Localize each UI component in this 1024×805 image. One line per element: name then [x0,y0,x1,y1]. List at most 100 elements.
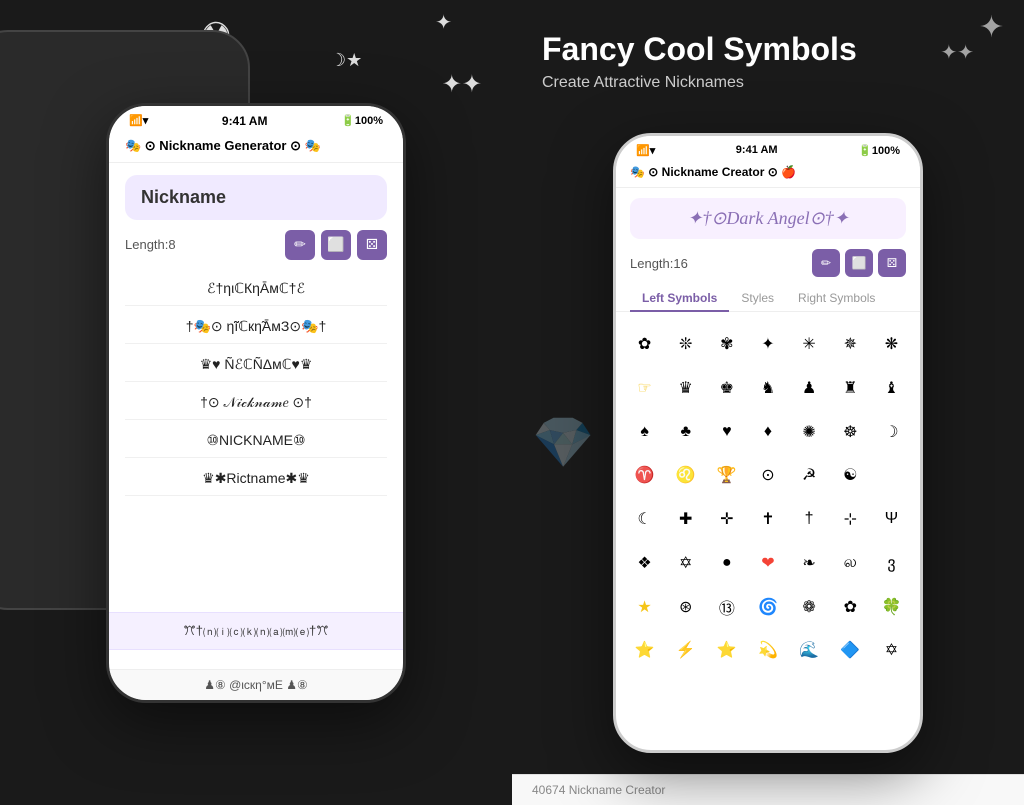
symbol-cell[interactable]: ⑬ [708,589,745,625]
symbol-cell[interactable]: ❋ [873,326,910,362]
symbol-cell[interactable]: ⊛ [667,589,704,625]
symbol-cell[interactable]: ❧ [791,545,828,581]
symbol-cell[interactable]: ✛ [708,501,745,537]
symbol-cell[interactable]: ✿ [832,589,869,625]
phone-content-left: Nickname Length:8 ✏ ⬜ ⚄ [109,163,403,508]
symbol-cell[interactable]: ✺ [791,414,828,450]
app-info-bar: 40674 Nickname Creator [512,774,1024,805]
symbol-cell[interactable]: ✦ [749,326,786,362]
deco-right-2: ✦✦ [940,40,974,65]
highlighted-nickname[interactable]: ꔫ†⒩⒤⒞⒦⒩⒜⒨⒠†ꔫ [109,612,403,650]
symbol-cell[interactable]: ❁ [791,589,828,625]
header-text-right: 🎭 ⊙ Nickname Creator ⊙ 🍎 [630,165,796,179]
symbol-cell[interactable]: ♛ [667,370,704,406]
symbol-cell[interactable]: 🔷 [832,632,869,668]
symbol-cell[interactable]: 🌀 [749,589,786,625]
gem-decoration: 💎 [532,414,594,473]
tab-right-symbols[interactable]: Right Symbols [786,285,887,311]
symbol-cell[interactable]: ♚ [708,370,745,406]
symbol-cell[interactable]: ✡ [667,545,704,581]
symbol-cell[interactable]: ♌ [667,457,704,493]
signal-left: 📶▾ [129,114,148,127]
edit-btn-right[interactable]: ✏ [812,249,840,277]
list-item[interactable]: †🎭⊙ η̃ĩℂкη̃ᾹмЗ⊙🎭† [125,310,387,344]
symbol-cell[interactable]: ⭐ [708,632,745,668]
symbol-cell[interactable]: ❊ [667,326,704,362]
dice-btn-right[interactable]: ⚄ [878,249,906,277]
dice-btn-left[interactable]: ⚄ [357,230,387,260]
symbol-cell[interactable]: ☯ [832,457,869,493]
symbol-cell[interactable]: ⊙ [749,457,786,493]
nickname-display-right[interactable]: ✦†⊙Dark Angel⊙†✦ [630,198,906,239]
list-item[interactable]: ⑩NICKNAME⑩ [125,424,387,458]
symbol-cell[interactable]: ♈ [626,457,663,493]
symbol-cell[interactable]: ❤ [749,545,786,581]
edit-btn-left[interactable]: ✏ [285,230,315,260]
symbol-cell[interactable]: Ψ [873,501,910,537]
symbol-cell[interactable]: 🌊 [791,632,828,668]
bottom-text-left: ♟⑧ @ιcкη°мE ♟⑧ [204,678,308,692]
nickname-input-display[interactable]: Nickname [125,175,387,220]
symbols-grid: ✿ ❊ ✾ ✦ ✳ ✵ ❋ ☞ ♛ ♚ ♞ ♟ ♜ ♝ ♠ [616,322,920,676]
symbol-cell[interactable]: † [791,501,828,537]
symbol-cell[interactable]: ✿ [626,326,663,362]
list-item[interactable]: ℰ†ηιℂКηᾹмℂ†ℰ [125,272,387,306]
app-number-text: 40674 Nickname Creator [532,783,665,797]
left-panel: 🎭 ☢ ☽★ ✦ ✦✦ 📶▾ 9:41 AM 🔋100% 🎭 ⊙ Nicknam… [0,0,512,805]
symbol-cell[interactable]: ல [832,545,869,581]
deco-crescent-icon: ☽★ [330,50,362,71]
symbol-cell[interactable]: ☞ [626,370,663,406]
symbol-cell[interactable]: ♜ [832,370,869,406]
symbol-cell[interactable]: 💫 [749,632,786,668]
tab-styles[interactable]: Styles [729,285,786,311]
symbol-cell[interactable]: ★ [626,589,663,625]
time-left: 9:41 AM [222,114,268,128]
symbol-cell[interactable]: ✡ [873,632,910,668]
nickname-value: Nickname [141,187,226,207]
header-text-left: 🎭 ⊙ Nickname Generator ⊙ 🎭 [125,138,321,154]
status-bar-left: 📶▾ 9:41 AM 🔋100% [109,106,403,132]
symbol-cell[interactable]: ✳ [791,326,828,362]
symbol-cell[interactable]: ♠ [626,414,663,450]
symbol-cell[interactable]: ☭ [791,457,828,493]
list-item[interactable]: ♛♥ ÑℰℂÑΔмℂ♥♛ [125,348,387,382]
symbol-cell[interactable]: ☽ [873,414,910,450]
length-row-right: Length:16 ✏ ⬜ ⚄ [616,249,920,277]
symbol-cell[interactable] [873,457,910,493]
length-label-left: Length:8 [125,237,176,252]
symbol-cell[interactable]: 🍀 [873,589,910,625]
copy-btn-right[interactable]: ⬜ [845,249,873,277]
symbol-cell[interactable]: ⚡ [667,632,704,668]
symbol-cell[interactable]: ♣ [667,414,704,450]
right-header: ✦ ✦✦ Fancy Cool Symbols Create Attractiv… [512,0,1024,112]
symbol-cell[interactable]: ⭐ [626,632,663,668]
length-label-right: Length:16 [630,256,688,271]
symbol-tabs: Left Symbols Styles Right Symbols [616,285,920,312]
symbol-cell[interactable]: ვ [873,545,910,581]
phone-right-mockup: 📶▾ 9:41 AM 🔋100% 🎭 ⊙ Nickname Creator ⊙ … [613,133,923,753]
symbol-cell[interactable]: ● [708,545,745,581]
symbol-cell[interactable]: ♞ [749,370,786,406]
symbol-cell[interactable]: ✾ [708,326,745,362]
symbol-cell[interactable]: ☾ [626,501,663,537]
symbol-cell[interactable]: ⊹ [832,501,869,537]
symbol-cell[interactable]: ❖ [626,545,663,581]
symbol-cell[interactable]: ♦ [749,414,786,450]
tool-buttons-right: ✏ ⬜ ⚄ [812,249,906,277]
symbol-cell[interactable]: ✚ [667,501,704,537]
list-item[interactable]: †⊙ 𝒩𝒾𝒸𝓀𝓃𝒶𝓂𝑒 ⊙† [125,386,387,420]
tool-buttons-left: ✏ ⬜ ⚄ [285,230,387,260]
symbol-cell[interactable]: ♝ [873,370,910,406]
status-bar-right: 📶▾ 9:41 AM 🔋100% [616,136,920,161]
symbol-cell[interactable]: 🏆 [708,457,745,493]
symbol-cell[interactable]: ✝ [749,501,786,537]
symbol-cell[interactable]: ♟ [791,370,828,406]
symbol-cell[interactable]: ✵ [832,326,869,362]
deco-star-icon: ✦✦ [442,70,482,99]
symbol-cell[interactable]: ♥ [708,414,745,450]
list-item[interactable]: ♛✱Rictname✱♛ [125,462,387,496]
symbol-cell[interactable]: ☸ [832,414,869,450]
copy-btn-left[interactable]: ⬜ [321,230,351,260]
tab-left-symbols[interactable]: Left Symbols [630,285,729,311]
dice-icon-left: ⚄ [366,236,378,253]
